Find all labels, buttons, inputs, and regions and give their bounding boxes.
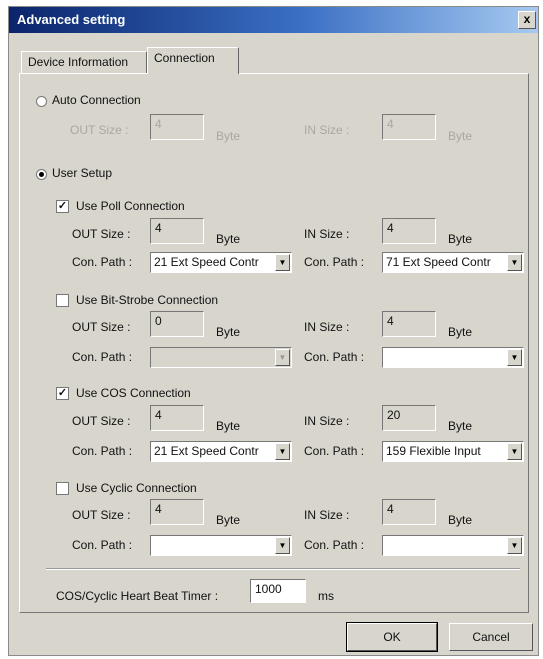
bitstrobe-in-size-label: IN Size : [304,320,350,334]
cos-label: Use COS Connection [76,386,191,400]
poll-out-size-label: OUT Size : [72,227,131,241]
poll-label: Use Poll Connection [76,199,185,213]
auto-connection-label: Auto Connection [52,93,141,107]
cyclic-in-path-select[interactable]: ▼ [382,535,524,556]
cyclic-out-path-label: Con. Path : [72,538,133,552]
user-setup-label: User Setup [52,166,113,180]
bitstrobe-checkbox[interactable] [56,294,69,307]
bitstrobe-label: Use Bit-Strobe Connection [76,293,219,307]
cos-in-path-value: 159 Flexible Input [386,444,481,458]
bitstrobe-out-size-label: OUT Size : [72,320,131,334]
poll-out-path-value: 21 Ext Speed Contr [154,255,259,269]
cos-out-path-select[interactable]: 21 Ext Speed Contr ▼ [150,441,292,462]
poll-in-size-field[interactable]: 4 [382,218,436,244]
cos-in-size-field[interactable]: 20 [382,405,436,431]
poll-in-path-value: 71 Ext Speed Contr [386,255,491,269]
cyclic-out-unit: Byte [216,513,241,527]
cyclic-in-path-label: Con. Path : [304,538,365,552]
auto-out-size-label: OUT Size : [70,123,129,137]
advanced-setting-dialog: Advanced setting x Device Information Co… [8,6,539,656]
chevron-down-icon[interactable]: ▼ [275,254,290,271]
window-title: Advanced setting [17,12,126,27]
auto-in-unit: Byte [448,129,473,143]
bitstrobe-out-size-field[interactable]: 0 [150,311,204,337]
chevron-down-icon[interactable]: ▼ [507,254,522,271]
cyclic-in-unit: Byte [448,513,473,527]
cyclic-out-path-select[interactable]: ▼ [150,535,292,556]
heartbeat-input[interactable]: 1000 [250,579,306,603]
poll-out-path-label: Con. Path : [72,255,133,269]
poll-out-path-select[interactable]: 21 Ext Speed Contr ▼ [150,252,292,273]
cos-out-size-label: OUT Size : [72,414,131,428]
cos-in-path-label: Con. Path : [304,444,365,458]
heartbeat-label: COS/Cyclic Heart Beat Timer : [56,589,219,603]
bitstrobe-out-path-label: Con. Path : [72,350,133,364]
cos-out-path-value: 21 Ext Speed Contr [154,444,259,458]
poll-in-size-label: IN Size : [304,227,350,241]
tab-connection[interactable]: Connection [147,47,239,74]
tab-connection-label: Connection [154,51,215,65]
cos-in-size-label: IN Size : [304,414,350,428]
cos-out-unit: Byte [216,419,241,433]
poll-in-path-select[interactable]: 71 Ext Speed Contr ▼ [382,252,524,273]
bitstrobe-out-path-select: ▼ [150,347,292,368]
chevron-down-icon[interactable]: ▼ [275,443,290,460]
poll-in-path-label: Con. Path : [304,255,365,269]
cyclic-in-size-field[interactable]: 4 [382,499,436,525]
bitstrobe-in-unit: Byte [448,325,473,339]
user-setup-radio[interactable] [36,169,47,180]
chevron-down-icon[interactable]: ▼ [275,537,290,554]
poll-checkbox[interactable]: ✓ [56,200,69,213]
cos-in-path-select[interactable]: 159 Flexible Input ▼ [382,441,524,462]
auto-in-size-label: IN Size : [304,123,350,137]
connection-panel: Auto Connection OUT Size : 4 Byte IN Siz… [19,73,529,613]
cyclic-out-size-field[interactable]: 4 [150,499,204,525]
checkmark-icon: ✓ [57,387,68,399]
cancel-button[interactable]: Cancel [449,623,533,651]
cos-in-unit: Byte [448,419,473,433]
bitstrobe-in-path-label: Con. Path : [304,350,365,364]
checkmark-icon: ✓ [57,200,68,212]
cyclic-out-size-label: OUT Size : [72,508,131,522]
cos-out-path-label: Con. Path : [72,444,133,458]
tab-device-information-label: Device Information [28,55,129,69]
cos-out-size-field[interactable]: 4 [150,405,204,431]
cyclic-label: Use Cyclic Connection [76,481,197,495]
bitstrobe-in-path-select[interactable]: ▼ [382,347,524,368]
tab-device-information[interactable]: Device Information [21,51,147,73]
close-icon[interactable]: x [518,11,536,29]
cos-checkbox[interactable]: ✓ [56,387,69,400]
heartbeat-unit: ms [318,589,334,603]
auto-connection-radio[interactable] [36,96,47,107]
chevron-down-icon[interactable]: ▼ [507,443,522,460]
poll-out-size-field[interactable]: 4 [150,218,204,244]
poll-out-unit: Byte [216,232,241,246]
chevron-down-icon: ▼ [275,349,290,366]
bitstrobe-in-size-field[interactable]: 4 [382,311,436,337]
cyclic-checkbox[interactable] [56,482,69,495]
chevron-down-icon[interactable]: ▼ [507,349,522,366]
auto-in-size-field: 4 [382,114,436,140]
cyclic-in-size-label: IN Size : [304,508,350,522]
divider [46,568,520,570]
ok-button[interactable]: OK [346,622,438,652]
auto-out-unit: Byte [216,129,241,143]
chevron-down-icon[interactable]: ▼ [507,537,522,554]
bitstrobe-out-unit: Byte [216,325,241,339]
title-bar: Advanced setting x [9,7,538,33]
auto-out-size-field: 4 [150,114,204,140]
poll-in-unit: Byte [448,232,473,246]
